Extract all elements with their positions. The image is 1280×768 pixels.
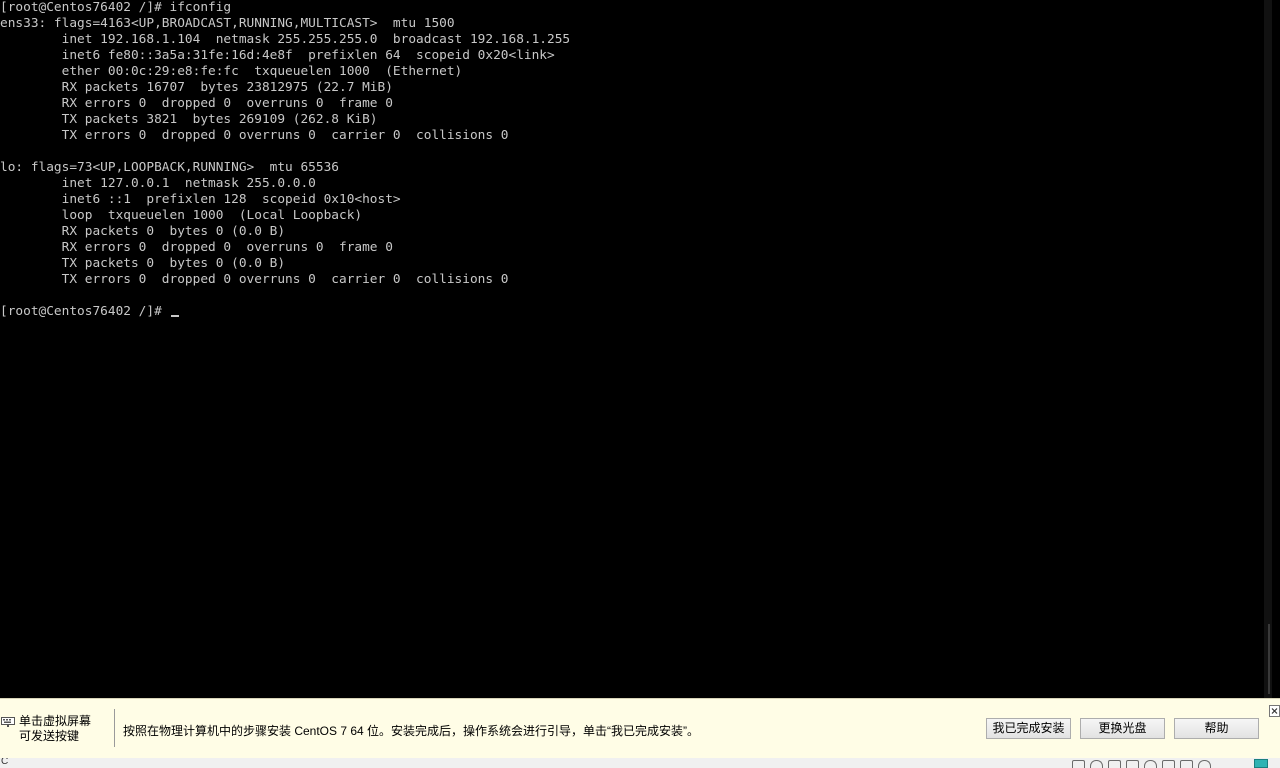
console-line: ens33: flags=4163<UP,BROADCAST,RUNNING,M… bbox=[0, 16, 455, 31]
finished-installing-button[interactable]: 我已完成安装 bbox=[986, 718, 1071, 739]
console-line: [root@Centos76402 /]# ifconfig bbox=[0, 0, 232, 15]
device-icons bbox=[1072, 760, 1211, 768]
network-icon[interactable] bbox=[1108, 760, 1121, 768]
display-icon[interactable] bbox=[1180, 760, 1193, 768]
text-cursor bbox=[170, 315, 179, 317]
change-disc-button[interactable]: 更换光盘 bbox=[1080, 718, 1165, 739]
status-text: C bbox=[1, 758, 9, 767]
click-screen-hint: 单击虚拟屏幕 可发送按键 bbox=[19, 714, 91, 744]
console-line: inet 192.168.1.104 netmask 255.255.255.0… bbox=[0, 32, 571, 47]
terminal-output: [root@Centos76402 /]# ifconfig ens33: fla… bbox=[0, 0, 1272, 320]
hdd-icon[interactable] bbox=[1072, 760, 1085, 768]
console-line: inet6 fe80::3a5a:31fe:16d:4e8f prefixlen… bbox=[0, 48, 555, 63]
keyboard-icon bbox=[1, 717, 15, 727]
console-line: inet6 ::1 prefixlen 128 scopeid 0x10<hos… bbox=[0, 192, 401, 207]
vm-status-bar: C bbox=[0, 758, 1280, 768]
console-line: inet 127.0.0.1 netmask 255.0.0.0 bbox=[0, 176, 316, 191]
install-hint-bar: 单击虚拟屏幕 可发送按键 按照在物理计算机中的步骤安装 CentOS 7 64 … bbox=[0, 698, 1280, 759]
console-line: TX packets 0 bytes 0 (0.0 B) bbox=[0, 256, 286, 271]
console-line: RX errors 0 dropped 0 overruns 0 frame 0 bbox=[0, 240, 393, 255]
usb-icon[interactable] bbox=[1126, 760, 1139, 768]
sound-icon[interactable] bbox=[1144, 760, 1157, 768]
click-screen-hint-line1: 单击虚拟屏幕 bbox=[19, 714, 92, 728]
console-line: loop txqueuelen 1000 (Local Loopback) bbox=[0, 208, 363, 223]
console-scrollbar[interactable] bbox=[1264, 0, 1272, 698]
install-instructions: 按照在物理计算机中的步骤安装 CentOS 7 64 位。安装完成后，操作系统会… bbox=[123, 724, 700, 738]
printer-icon[interactable] bbox=[1162, 760, 1175, 768]
console-line: RX packets 0 bytes 0 (0.0 B) bbox=[0, 224, 286, 239]
console-line: TX packets 3821 bytes 269109 (262.8 KiB) bbox=[0, 112, 378, 127]
console-line: TX errors 0 dropped 0 overruns 0 carrier… bbox=[0, 128, 509, 143]
console-line: [root@Centos76402 /]# bbox=[0, 304, 1272, 320]
scrollbar-thumb[interactable] bbox=[1268, 624, 1270, 694]
close-icon[interactable] bbox=[1269, 705, 1280, 717]
divider bbox=[114, 709, 115, 747]
click-screen-hint-line2: 可发送按键 bbox=[19, 729, 80, 743]
settings-icon[interactable] bbox=[1198, 760, 1211, 768]
console-line: TX errors 0 dropped 0 overruns 0 carrier… bbox=[0, 272, 509, 287]
cdrom-icon[interactable] bbox=[1090, 760, 1103, 768]
console-line: lo: flags=73<UP,LOOPBACK,RUNNING> mtu 65… bbox=[0, 160, 339, 175]
console-line: RX packets 16707 bytes 23812975 (22.7 Mi… bbox=[0, 80, 393, 95]
console-line: ether 00:0c:29:e8:fe:fc txqueuelen 1000 … bbox=[0, 64, 463, 79]
fullscreen-icon[interactable] bbox=[1254, 759, 1268, 768]
help-button[interactable]: 帮助 bbox=[1174, 718, 1259, 739]
vm-console-screen[interactable]: [root@Centos76402 /]# ifconfig ens33: fla… bbox=[0, 0, 1272, 698]
console-line: RX errors 0 dropped 0 overruns 0 frame 0 bbox=[0, 96, 393, 111]
